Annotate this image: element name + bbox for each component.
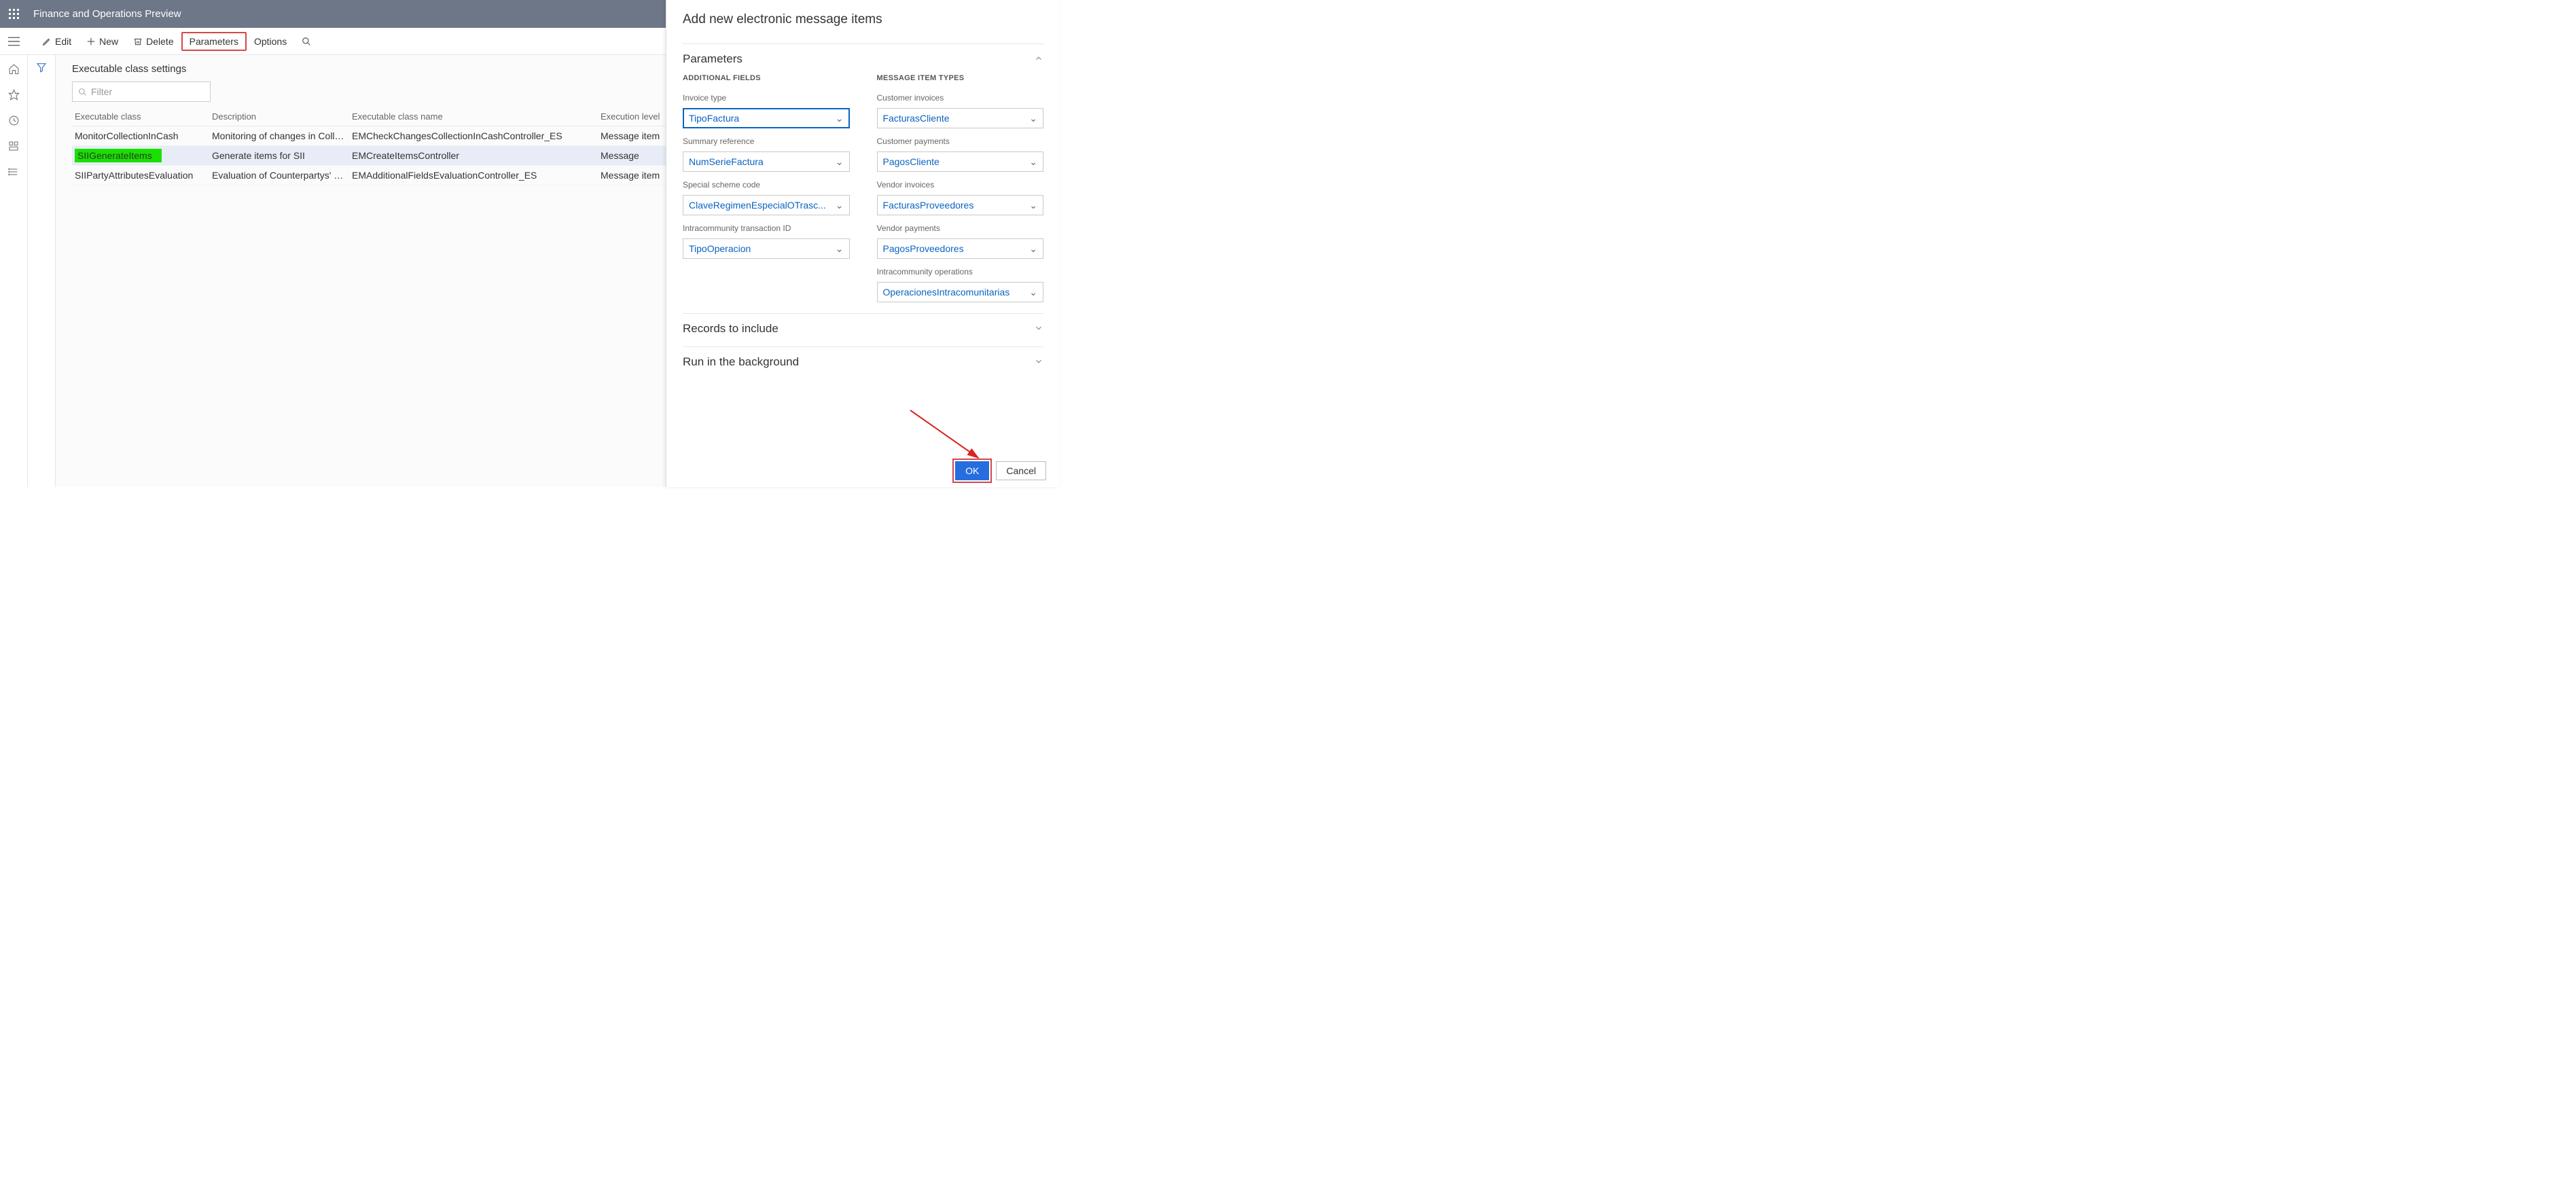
chevron-down-icon: ⌄ bbox=[1029, 243, 1037, 255]
options-button[interactable]: Options bbox=[247, 32, 294, 51]
edit-button[interactable]: Edit bbox=[35, 32, 79, 51]
parameters-button[interactable]: Parameters bbox=[181, 32, 247, 51]
section-background[interactable]: Run in the background bbox=[683, 355, 799, 369]
delete-button[interactable]: Delete bbox=[126, 32, 181, 51]
col-executable-class-name[interactable]: Executable class name bbox=[352, 111, 601, 122]
chevron-down-icon: ⌄ bbox=[1029, 200, 1037, 211]
col-execution-level[interactable]: Execution level bbox=[601, 111, 675, 122]
filter-input[interactable]: Filter bbox=[72, 82, 211, 102]
vendor-invoices-label: Vendor invoices bbox=[877, 180, 1044, 190]
customer-payments-label: Customer payments bbox=[877, 137, 1044, 146]
chevron-down-icon: ⌄ bbox=[1029, 156, 1037, 168]
ok-button[interactable]: OK bbox=[955, 461, 989, 480]
filter-placeholder: Filter bbox=[91, 86, 112, 97]
col-executable-class[interactable]: Executable class bbox=[72, 111, 212, 122]
intracommunity-transaction-id-label: Intracommunity transaction ID bbox=[683, 223, 850, 233]
workspaces-icon[interactable] bbox=[7, 139, 20, 153]
parameters-label: Parameters bbox=[190, 36, 238, 47]
section-parameters[interactable]: Parameters bbox=[683, 52, 743, 66]
delete-label: Delete bbox=[146, 36, 173, 47]
hamburger-menu-icon[interactable] bbox=[0, 28, 28, 55]
intracommunity-operations-combo[interactable]: OperacionesIntracomunitarias ⌄ bbox=[877, 282, 1044, 302]
vendor-payments-combo[interactable]: PagosProveedores ⌄ bbox=[877, 238, 1044, 259]
app-launcher[interactable] bbox=[0, 0, 28, 28]
invoice-type-combo[interactable]: TipoFactura ⌄ bbox=[683, 108, 850, 128]
home-icon[interactable] bbox=[7, 62, 20, 75]
intracommunity-transaction-id-combo[interactable]: TipoOperacion ⌄ bbox=[683, 238, 850, 259]
section-records[interactable]: Records to include bbox=[683, 322, 779, 336]
vendor-invoices-combo[interactable]: FacturasProveedores ⌄ bbox=[877, 195, 1044, 215]
chevron-down-icon[interactable] bbox=[1034, 323, 1043, 335]
summary-reference-combo[interactable]: NumSerieFactura ⌄ bbox=[683, 151, 850, 172]
message-item-types-heading: MESSAGE ITEM TYPES bbox=[877, 74, 1044, 82]
parameters-panel: Add new electronic message items Paramet… bbox=[666, 0, 1060, 487]
special-scheme-code-label: Special scheme code bbox=[683, 180, 850, 190]
new-label: New bbox=[99, 36, 118, 47]
intracommunity-operations-label: Intracommunity operations bbox=[877, 267, 1044, 276]
options-label: Options bbox=[254, 36, 287, 47]
chevron-down-icon: ⌄ bbox=[836, 243, 844, 255]
customer-invoices-combo[interactable]: FacturasCliente ⌄ bbox=[877, 108, 1044, 128]
favorites-icon[interactable] bbox=[7, 88, 20, 101]
chevron-down-icon: ⌄ bbox=[1029, 287, 1037, 298]
chevron-up-icon[interactable] bbox=[1034, 54, 1043, 65]
col-description[interactable]: Description bbox=[212, 111, 352, 122]
search-toolbar-button[interactable] bbox=[294, 32, 319, 51]
app-title: Finance and Operations Preview bbox=[33, 8, 181, 20]
annotation-arrow bbox=[904, 407, 992, 468]
summary-reference-label: Summary reference bbox=[683, 137, 850, 146]
chevron-down-icon: ⌄ bbox=[836, 200, 844, 211]
chevron-down-icon: ⌄ bbox=[836, 156, 844, 168]
panel-title: Add new electronic message items bbox=[683, 12, 1043, 27]
chevron-down-icon[interactable] bbox=[1034, 357, 1043, 368]
vendor-payments-label: Vendor payments bbox=[877, 223, 1044, 233]
special-scheme-code-combo[interactable]: ClaveRegimenEspecialOTrasc... ⌄ bbox=[683, 195, 850, 215]
invoice-type-label: Invoice type bbox=[683, 93, 850, 103]
cancel-button[interactable]: Cancel bbox=[996, 461, 1046, 480]
customer-payments-combo[interactable]: PagosCliente ⌄ bbox=[877, 151, 1044, 172]
funnel-filter-icon[interactable] bbox=[36, 62, 47, 487]
customer-invoices-label: Customer invoices bbox=[877, 93, 1044, 103]
modules-icon[interactable] bbox=[7, 165, 20, 179]
additional-fields-heading: ADDITIONAL FIELDS bbox=[683, 74, 850, 82]
chevron-down-icon: ⌄ bbox=[1029, 113, 1037, 124]
recent-icon[interactable] bbox=[7, 113, 20, 127]
edit-label: Edit bbox=[55, 36, 71, 47]
chevron-down-icon: ⌄ bbox=[836, 113, 844, 124]
new-button[interactable]: New bbox=[79, 32, 126, 51]
